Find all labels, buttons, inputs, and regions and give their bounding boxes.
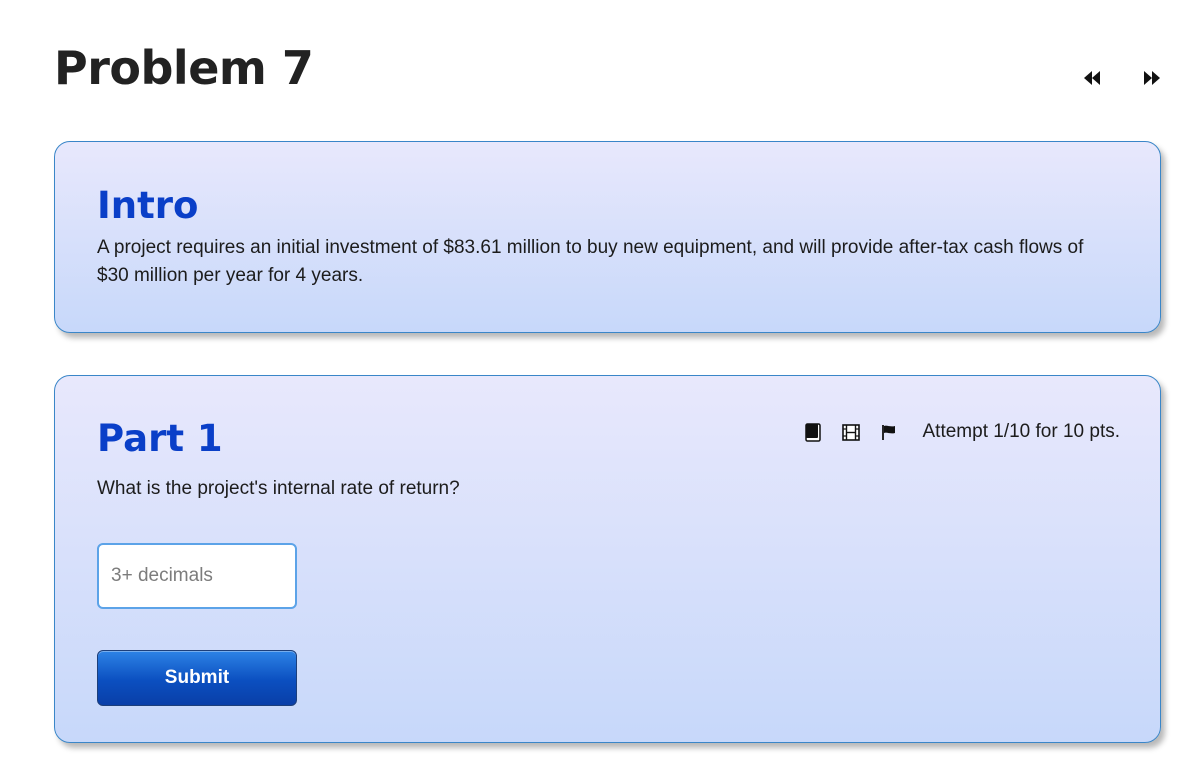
intro-card: Intro A project requires an initial inve… — [54, 141, 1161, 333]
problem-navigation — [1082, 68, 1162, 88]
intro-heading: Intro — [97, 184, 199, 227]
rewind-icon — [1084, 71, 1100, 85]
flag-icon — [881, 424, 895, 440]
attempt-counter: Attempt 1/10 for 10 pts. — [922, 421, 1121, 442]
fast-forward-icon — [1144, 71, 1160, 85]
answer-input[interactable] — [97, 543, 297, 609]
report-button[interactable] — [879, 422, 899, 442]
page-title: Problem 7 — [54, 41, 314, 95]
book-icon — [804, 422, 821, 442]
video-button[interactable] — [841, 422, 861, 442]
intro-text: A project requires an initial investment… — [97, 237, 1084, 286]
next-problem-button[interactable] — [1142, 68, 1162, 88]
previous-problem-button[interactable] — [1082, 68, 1102, 88]
page-header: Problem 7 — [54, 38, 1170, 108]
part-1-card: Part 1 Attempt 1/10 for 10 pts. What is … — [54, 375, 1161, 743]
part-tools: Attempt 1/10 for 10 pts. — [803, 419, 1121, 445]
film-icon — [841, 423, 860, 441]
part-1-question: What is the project's internal rate of r… — [97, 478, 460, 499]
submit-button[interactable]: Submit — [97, 650, 297, 706]
book-button[interactable] — [803, 422, 823, 442]
